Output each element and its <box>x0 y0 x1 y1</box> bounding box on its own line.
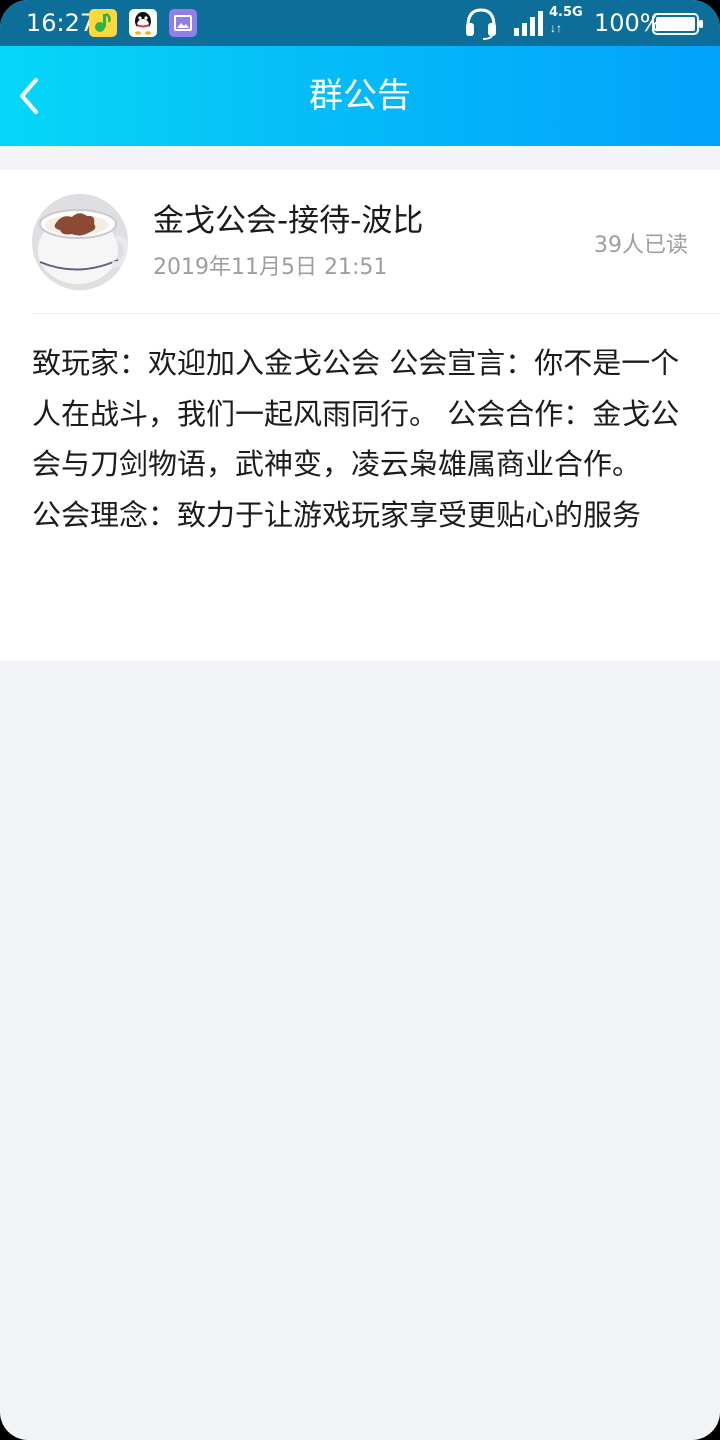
coffee-cup-avatar-image <box>32 194 128 290</box>
nav-bar: 群公告 <box>0 46 720 146</box>
announcement-body: 致玩家：欢迎加入金戈公会 公会宣言：你不是一个人在战斗，我们一起风雨同行。 公会… <box>32 338 688 540</box>
announcement-paragraph: 公会理念：致力于让游戏玩家享受更贴心的服务 <box>32 497 642 532</box>
network-activity-icon: ↓↑ <box>550 21 562 35</box>
divider <box>32 313 720 314</box>
battery-icon <box>652 13 704 35</box>
announcement-paragraph: 致玩家：欢迎加入金戈公会 公会宣言：你不是一个人在战斗，我们一起风雨同行。 公会… <box>32 346 680 481</box>
announcement-card: 金戈公会-接待-波比 2019年11月5日 21:51 39人已读 致玩家：欢迎… <box>0 170 720 660</box>
avatar[interactable] <box>32 194 128 290</box>
post-time: 2019年11月5日 21:51 <box>153 255 388 280</box>
read-count[interactable]: 39人已读 <box>594 232 688 260</box>
author-name[interactable]: 金戈公会-接待-波比 <box>153 202 423 240</box>
page-title: 群公告 <box>309 76 411 116</box>
status-time: 16:27 <box>26 9 96 37</box>
status-bar: 16:27 4.5G ↓↑ 100% <box>0 0 720 46</box>
screen: 16:27 4.5G ↓↑ 100% 群公告 金戈公会-接待-波比 2019年1… <box>0 0 720 1440</box>
network-type: 4.5G <box>549 5 583 20</box>
qq-app-icon <box>129 9 157 37</box>
headset-icon <box>463 6 499 40</box>
signal-icon <box>513 10 545 36</box>
music-app-icon <box>89 9 117 37</box>
gallery-app-icon <box>169 9 197 37</box>
